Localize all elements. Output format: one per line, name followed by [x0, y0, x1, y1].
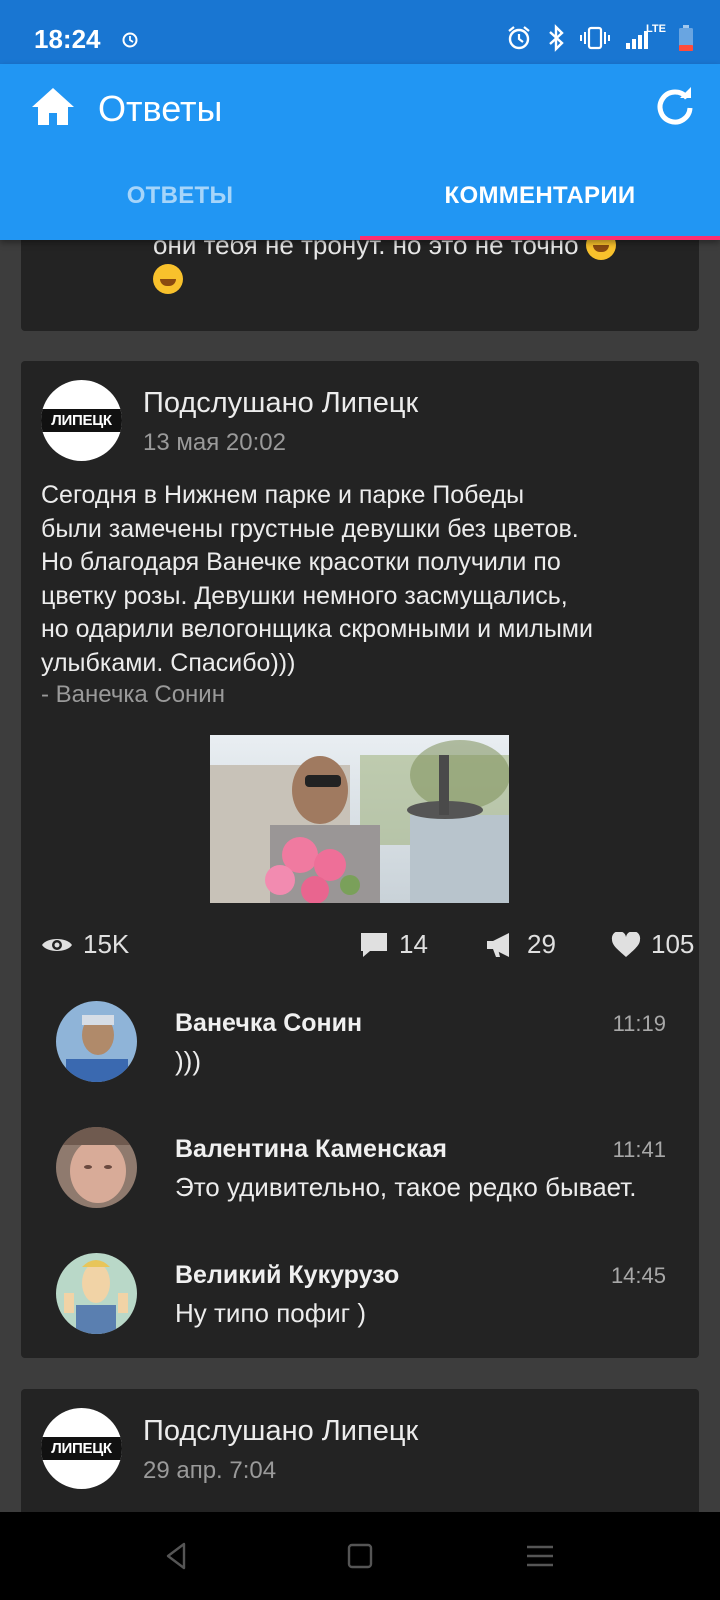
comments-count: 14 — [399, 929, 428, 959]
alarm-icon — [508, 26, 530, 50]
alarm-icon — [122, 32, 138, 48]
comment-time: 11:19 — [612, 1011, 666, 1036]
next-post-card[interactable]: ЛИПЕЦК Подслушано Липецк 29 апр. 7:04 — [21, 1389, 699, 1529]
likes-stat[interactable]: 105 — [611, 929, 694, 960]
post-date: 13 мая 20:02 — [143, 429, 286, 456]
tab-answers[interactable]: ОТВЕТЫ — [0, 164, 360, 240]
views-count: 15K — [83, 929, 130, 959]
post-text-line: но одарили велогонщика скромными и милым… — [41, 615, 593, 643]
status-bar: 18:24 LTE — [0, 0, 720, 64]
comment-text: Это удивительно, такое редко бывает. — [175, 1172, 637, 1202]
post-date: 29 апр. 7:04 — [143, 1457, 277, 1484]
megaphone-icon — [487, 932, 509, 957]
system-nav-bar — [0, 1512, 720, 1600]
post-text-line: были замечены грустные девушки без цвето… — [41, 514, 579, 543]
comment-text: Ну типо пофиг ) — [175, 1298, 367, 1328]
post-text-line: Сегодня в Нижнем парке и парке Победы — [41, 481, 525, 509]
likes-count: 105 — [651, 929, 695, 959]
reposts-stat[interactable]: 29 — [485, 929, 556, 960]
app-bar: Ответы ОТВЕТЫ КОММЕНТАРИИ — [0, 64, 720, 240]
heart-icon — [611, 931, 641, 957]
group-name[interactable]: Подслушано Липецк — [143, 387, 418, 420]
tab-comments[interactable]: КОММЕНТАРИИ — [360, 164, 720, 240]
recents-menu-icon[interactable] — [521, 1537, 559, 1575]
commenter-avatar[interactable] — [56, 1127, 137, 1208]
eye-icon — [42, 938, 72, 951]
back-icon[interactable] — [158, 1537, 196, 1575]
post-text-line: улыбками. Спасибо))) — [41, 648, 296, 677]
home-nav-icon[interactable] — [341, 1537, 379, 1575]
page-title: Ответы — [98, 88, 223, 129]
home-icon[interactable] — [30, 84, 76, 130]
comment-author[interactable]: Ванечка Сонин — [175, 1009, 362, 1038]
comment-time: 14:45 — [610, 1263, 666, 1288]
commenter-avatar[interactable] — [56, 1253, 137, 1334]
refresh-icon[interactable] — [654, 86, 696, 128]
bluetooth-icon — [549, 24, 564, 52]
group-logo-text: ЛИПЕЦК — [51, 412, 112, 429]
vibrate-icon — [580, 26, 610, 50]
post-signature: - Ванечка Сонин — [41, 681, 225, 708]
group-logo-text: ЛИПЕЦК — [51, 1440, 112, 1457]
group-avatar[interactable]: ЛИПЕЦК — [41, 1408, 122, 1489]
comment-item[interactable]: Валентина Каменская 11:41 Это удивительн… — [56, 1127, 666, 1217]
views-stat: 15K — [41, 929, 129, 960]
comment-author[interactable]: Великий Кукурузо — [175, 1261, 399, 1290]
comment-item[interactable]: Ванечка Сонин 11:19 ))) — [56, 1001, 666, 1091]
rofl-emoji-icon — [153, 264, 183, 294]
comment-text: ))) — [175, 1046, 201, 1076]
comment-time: 11:41 — [612, 1137, 666, 1162]
comment-author[interactable]: Валентина Каменская — [175, 1135, 447, 1164]
network-label: LTE — [646, 23, 666, 35]
commenter-avatar[interactable] — [56, 1001, 137, 1082]
post-stats: 15K 14 29 105 — [41, 929, 701, 965]
comments-stat[interactable]: 14 — [359, 929, 428, 960]
group-name[interactable]: Подслушано Липецк — [143, 1415, 418, 1448]
reposts-count: 29 — [527, 929, 556, 959]
tab-bar: ОТВЕТЫ КОММЕНТАРИИ — [0, 164, 720, 240]
post-text-line: Но благодаря Ванечке красотки получили п… — [41, 548, 561, 576]
comment-bubble-icon — [361, 932, 387, 957]
status-icons: LTE — [506, 23, 694, 52]
post-text: Сегодня в Нижнем парке и парке Победы бы… — [41, 479, 691, 680]
post-photo[interactable] — [210, 735, 509, 903]
group-avatar[interactable]: ЛИПЕЦК — [41, 380, 122, 461]
post-text-line: цветку розы. Девушки немного засмущались… — [41, 581, 568, 610]
post-card[interactable]: ЛИПЕЦК Подслушано Липецк 13 мая 20:02 Се… — [21, 361, 699, 1358]
status-time: 18:24 — [34, 24, 101, 54]
signal-icon: LTE — [624, 23, 666, 51]
comment-item[interactable]: Великий Кукурузо 14:45 Ну типо пофиг ) — [56, 1253, 666, 1343]
battery-icon — [679, 25, 693, 51]
